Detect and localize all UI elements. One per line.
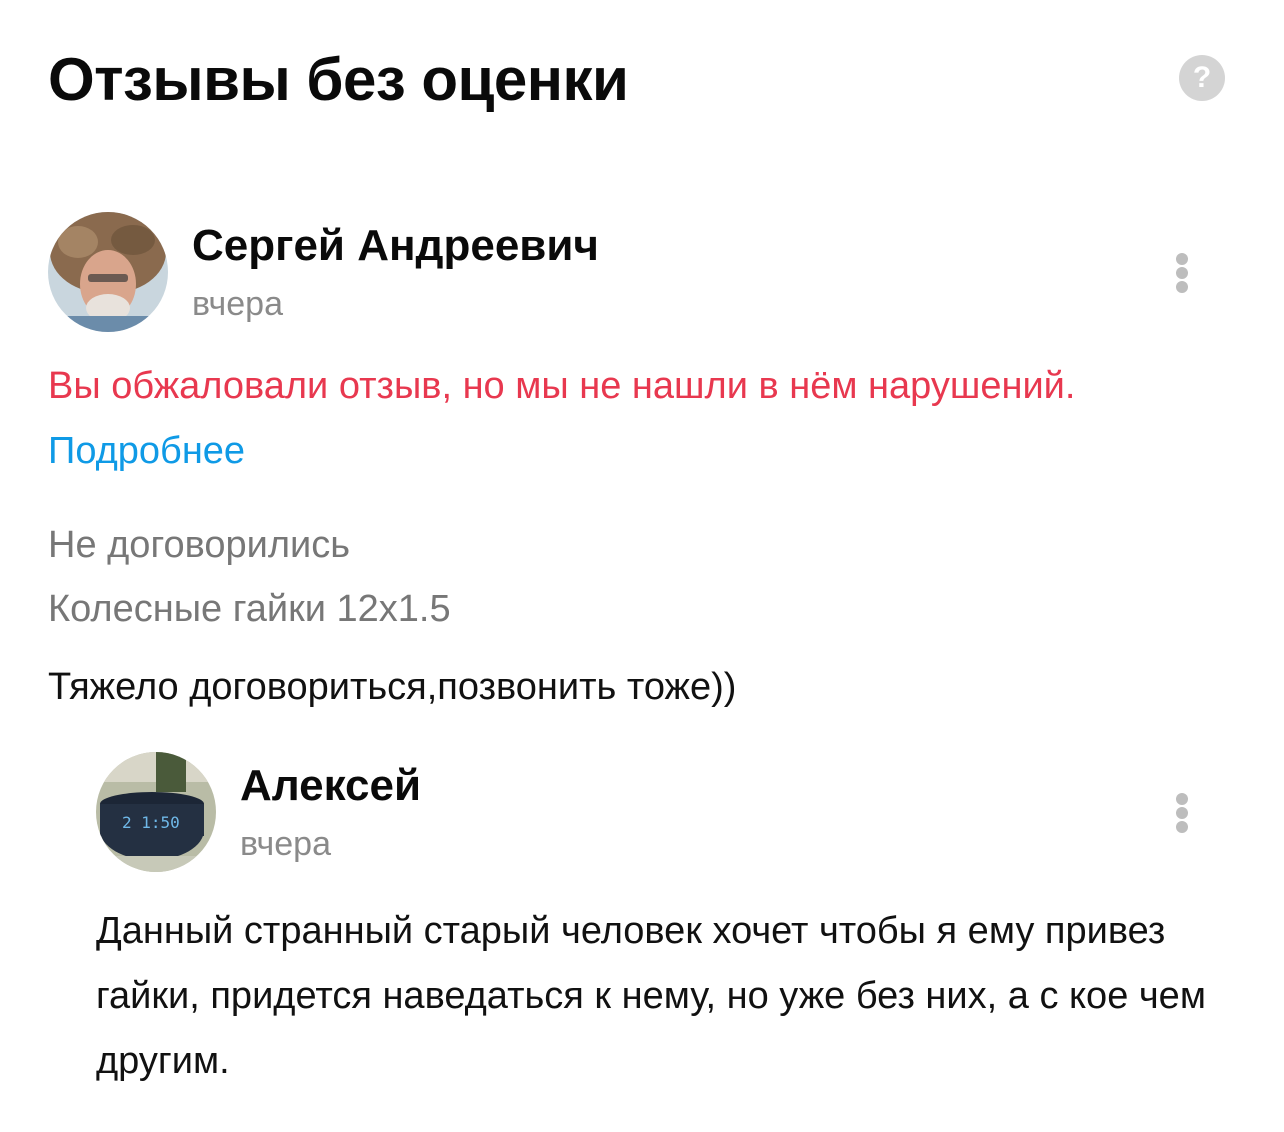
appeal-notice: Вы обжаловали отзыв, но мы не нашли в нё… <box>48 354 1148 484</box>
reply-avatar[interactable]: 2 1:50 <box>96 752 216 872</box>
more-vertical-icon <box>1176 253 1188 265</box>
avatar-image <box>48 212 168 332</box>
review-date: вчера <box>192 285 283 323</box>
reply-author-name[interactable]: Алексей <box>240 758 421 814</box>
deal-status: Не договорились <box>48 524 351 566</box>
reply-avatar-image: 2 1:50 <box>96 752 216 872</box>
reply-more-menu-button[interactable] <box>1170 787 1194 837</box>
question-icon: ? <box>1192 61 1212 94</box>
page-title: Отзывы без оценки <box>48 46 629 113</box>
more-menu-button[interactable] <box>1170 247 1194 297</box>
review-text: Тяжело договориться,позвонить тоже)) <box>48 666 737 708</box>
item-name[interactable]: Колесные гайки 12x1.5 <box>48 584 451 634</box>
avatar[interactable] <box>48 212 168 332</box>
reply-date: вчера <box>240 825 331 863</box>
appeal-notice-text: Вы обжаловали отзыв, но мы не нашли в нё… <box>48 365 1076 407</box>
author-name[interactable]: Сергей Андреевич <box>192 218 599 274</box>
reply-text: Данный странный старый человек хочет что… <box>96 910 1206 1082</box>
details-link[interactable]: Подробнее <box>48 430 245 472</box>
more-vertical-icon <box>1176 793 1188 805</box>
svg-text:2 1:50: 2 1:50 <box>122 813 180 832</box>
help-button[interactable]: ? <box>1179 55 1225 101</box>
